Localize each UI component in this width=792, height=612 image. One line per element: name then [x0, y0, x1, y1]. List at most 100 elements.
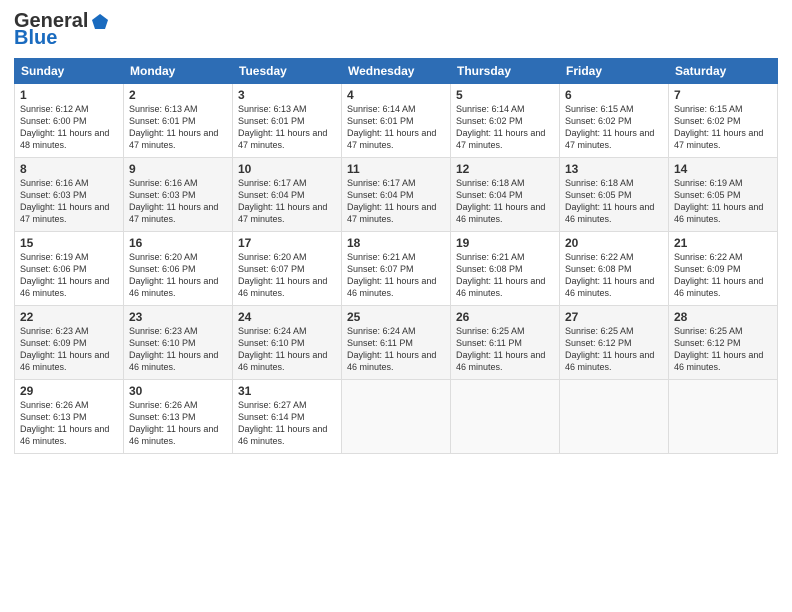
day-info: Sunrise: 6:15 AMSunset: 6:02 PMDaylight:… — [565, 104, 654, 150]
day-info: Sunrise: 6:15 AMSunset: 6:02 PMDaylight:… — [674, 104, 763, 150]
logo-flag-icon — [90, 12, 110, 32]
calendar-cell: 12 Sunrise: 6:18 AMSunset: 6:04 PMDayligh… — [451, 158, 560, 232]
day-number: 13 — [565, 162, 663, 176]
calendar-cell: 2 Sunrise: 6:13 AMSunset: 6:01 PMDaylight… — [124, 84, 233, 158]
logo-text-blue: Blue — [14, 27, 57, 50]
day-info: Sunrise: 6:19 AMSunset: 6:06 PMDaylight:… — [20, 252, 109, 298]
calendar-cell: 8Sunrise: 6:16 AMSunset: 6:03 PMDaylight… — [15, 158, 124, 232]
header: General Blue — [14, 10, 778, 50]
calendar-header-wednesday: Wednesday — [342, 59, 451, 84]
day-number: 11 — [347, 162, 445, 176]
calendar-cell: 4 Sunrise: 6:14 AMSunset: 6:01 PMDaylight… — [342, 84, 451, 158]
day-number: 14 — [674, 162, 772, 176]
calendar-header-tuesday: Tuesday — [233, 59, 342, 84]
day-number: 17 — [238, 236, 336, 250]
calendar-cell: 27 Sunrise: 6:25 AMSunset: 6:12 PMDayligh… — [560, 306, 669, 380]
day-number: 16 — [129, 236, 227, 250]
day-number: 4 — [347, 88, 445, 102]
day-number: 31 — [238, 384, 336, 398]
day-info: Sunrise: 6:23 AMSunset: 6:09 PMDaylight:… — [20, 326, 109, 372]
day-number: 28 — [674, 310, 772, 324]
calendar-cell: 22Sunrise: 6:23 AMSunset: 6:09 PMDayligh… — [15, 306, 124, 380]
calendar-cell — [560, 380, 669, 454]
page: General Blue SundayMondayTuesdayWednesda… — [0, 0, 792, 612]
calendar-cell: 28 Sunrise: 6:25 AMSunset: 6:12 PMDayligh… — [669, 306, 778, 380]
day-info: Sunrise: 6:18 AMSunset: 6:04 PMDaylight:… — [456, 178, 545, 224]
day-info: Sunrise: 6:24 AMSunset: 6:11 PMDaylight:… — [347, 326, 436, 372]
day-info: Sunrise: 6:14 AMSunset: 6:02 PMDaylight:… — [456, 104, 545, 150]
day-info: Sunrise: 6:17 AMSunset: 6:04 PMDaylight:… — [238, 178, 327, 224]
calendar-cell: 24 Sunrise: 6:24 AMSunset: 6:10 PMDayligh… — [233, 306, 342, 380]
calendar-cell: 14 Sunrise: 6:19 AMSunset: 6:05 PMDayligh… — [669, 158, 778, 232]
day-info: Sunrise: 6:14 AMSunset: 6:01 PMDaylight:… — [347, 104, 436, 150]
calendar-cell: 17 Sunrise: 6:20 AMSunset: 6:07 PMDayligh… — [233, 232, 342, 306]
day-number: 25 — [347, 310, 445, 324]
calendar-week-4: 22Sunrise: 6:23 AMSunset: 6:09 PMDayligh… — [15, 306, 778, 380]
calendar-cell: 29 Sunrise: 6:26 AMSunset: 6:13 PMDayligh… — [15, 380, 124, 454]
day-info: Sunrise: 6:24 AMSunset: 6:10 PMDaylight:… — [238, 326, 327, 372]
day-number: 7 — [674, 88, 772, 102]
calendar-cell: 1Sunrise: 6:12 AMSunset: 6:00 PMDaylight… — [15, 84, 124, 158]
calendar-cell: 5 Sunrise: 6:14 AMSunset: 6:02 PMDaylight… — [451, 84, 560, 158]
day-number: 12 — [456, 162, 554, 176]
calendar-cell: 10Sunrise: 6:17 AMSunset: 6:04 PMDayligh… — [233, 158, 342, 232]
calendar-cell: 7 Sunrise: 6:15 AMSunset: 6:02 PMDaylight… — [669, 84, 778, 158]
calendar-cell: 15 Sunrise: 6:19 AMSunset: 6:06 PMDayligh… — [15, 232, 124, 306]
day-info: Sunrise: 6:22 AMSunset: 6:09 PMDaylight:… — [674, 252, 763, 298]
day-info: Sunrise: 6:23 AMSunset: 6:10 PMDaylight:… — [129, 326, 218, 372]
day-number: 18 — [347, 236, 445, 250]
calendar-cell: 25 Sunrise: 6:24 AMSunset: 6:11 PMDayligh… — [342, 306, 451, 380]
day-info: Sunrise: 6:17 AMSunset: 6:04 PMDaylight:… — [347, 178, 436, 224]
calendar-table: SundayMondayTuesdayWednesdayThursdayFrid… — [14, 58, 778, 454]
day-number: 3 — [238, 88, 336, 102]
calendar-cell: 13 Sunrise: 6:18 AMSunset: 6:05 PMDayligh… — [560, 158, 669, 232]
calendar-cell: 26Sunrise: 6:25 AMSunset: 6:11 PMDayligh… — [451, 306, 560, 380]
calendar-cell — [451, 380, 560, 454]
day-info: Sunrise: 6:26 AMSunset: 6:13 PMDaylight:… — [20, 400, 109, 446]
day-number: 2 — [129, 88, 227, 102]
day-number: 15 — [20, 236, 118, 250]
day-number: 30 — [129, 384, 227, 398]
calendar-cell: 11 Sunrise: 6:17 AMSunset: 6:04 PMDayligh… — [342, 158, 451, 232]
day-info: Sunrise: 6:22 AMSunset: 6:08 PMDaylight:… — [565, 252, 654, 298]
calendar-body: 1Sunrise: 6:12 AMSunset: 6:00 PMDaylight… — [15, 84, 778, 454]
calendar-cell: 31 Sunrise: 6:27 AMSunset: 6:14 PMDayligh… — [233, 380, 342, 454]
day-info: Sunrise: 6:25 AMSunset: 6:12 PMDaylight:… — [674, 326, 763, 372]
calendar-header-monday: Monday — [124, 59, 233, 84]
day-info: Sunrise: 6:13 AMSunset: 6:01 PMDaylight:… — [129, 104, 218, 150]
calendar-week-3: 15 Sunrise: 6:19 AMSunset: 6:06 PMDayligh… — [15, 232, 778, 306]
calendar-header-row: SundayMondayTuesdayWednesdayThursdayFrid… — [15, 59, 778, 84]
day-info: Sunrise: 6:20 AMSunset: 6:07 PMDaylight:… — [238, 252, 327, 298]
day-info: Sunrise: 6:13 AMSunset: 6:01 PMDaylight:… — [238, 104, 327, 150]
day-info: Sunrise: 6:21 AMSunset: 6:07 PMDaylight:… — [347, 252, 436, 298]
day-info: Sunrise: 6:25 AMSunset: 6:12 PMDaylight:… — [565, 326, 654, 372]
day-number: 24 — [238, 310, 336, 324]
day-info: Sunrise: 6:18 AMSunset: 6:05 PMDaylight:… — [565, 178, 654, 224]
calendar-header-thursday: Thursday — [451, 59, 560, 84]
calendar-cell: 23Sunrise: 6:23 AMSunset: 6:10 PMDayligh… — [124, 306, 233, 380]
calendar-cell: 30Sunrise: 6:26 AMSunset: 6:13 PMDayligh… — [124, 380, 233, 454]
day-number: 26 — [456, 310, 554, 324]
calendar-week-5: 29 Sunrise: 6:26 AMSunset: 6:13 PMDayligh… — [15, 380, 778, 454]
day-info: Sunrise: 6:20 AMSunset: 6:06 PMDaylight:… — [129, 252, 218, 298]
calendar-header-sunday: Sunday — [15, 59, 124, 84]
calendar-cell: 20 Sunrise: 6:22 AMSunset: 6:08 PMDayligh… — [560, 232, 669, 306]
day-number: 5 — [456, 88, 554, 102]
day-number: 29 — [20, 384, 118, 398]
day-number: 27 — [565, 310, 663, 324]
calendar-cell: 21 Sunrise: 6:22 AMSunset: 6:09 PMDayligh… — [669, 232, 778, 306]
day-info: Sunrise: 6:27 AMSunset: 6:14 PMDaylight:… — [238, 400, 327, 446]
calendar-cell: 19 Sunrise: 6:21 AMSunset: 6:08 PMDayligh… — [451, 232, 560, 306]
day-number: 19 — [456, 236, 554, 250]
day-info: Sunrise: 6:21 AMSunset: 6:08 PMDaylight:… — [456, 252, 545, 298]
day-info: Sunrise: 6:16 AMSunset: 6:03 PMDaylight:… — [20, 178, 109, 224]
calendar-week-2: 8Sunrise: 6:16 AMSunset: 6:03 PMDaylight… — [15, 158, 778, 232]
calendar-cell: 9Sunrise: 6:16 AMSunset: 6:03 PMDaylight… — [124, 158, 233, 232]
day-number: 21 — [674, 236, 772, 250]
calendar-cell — [342, 380, 451, 454]
day-info: Sunrise: 6:19 AMSunset: 6:05 PMDaylight:… — [674, 178, 763, 224]
day-number: 20 — [565, 236, 663, 250]
calendar-cell — [669, 380, 778, 454]
calendar-cell: 3 Sunrise: 6:13 AMSunset: 6:01 PMDaylight… — [233, 84, 342, 158]
day-number: 6 — [565, 88, 663, 102]
